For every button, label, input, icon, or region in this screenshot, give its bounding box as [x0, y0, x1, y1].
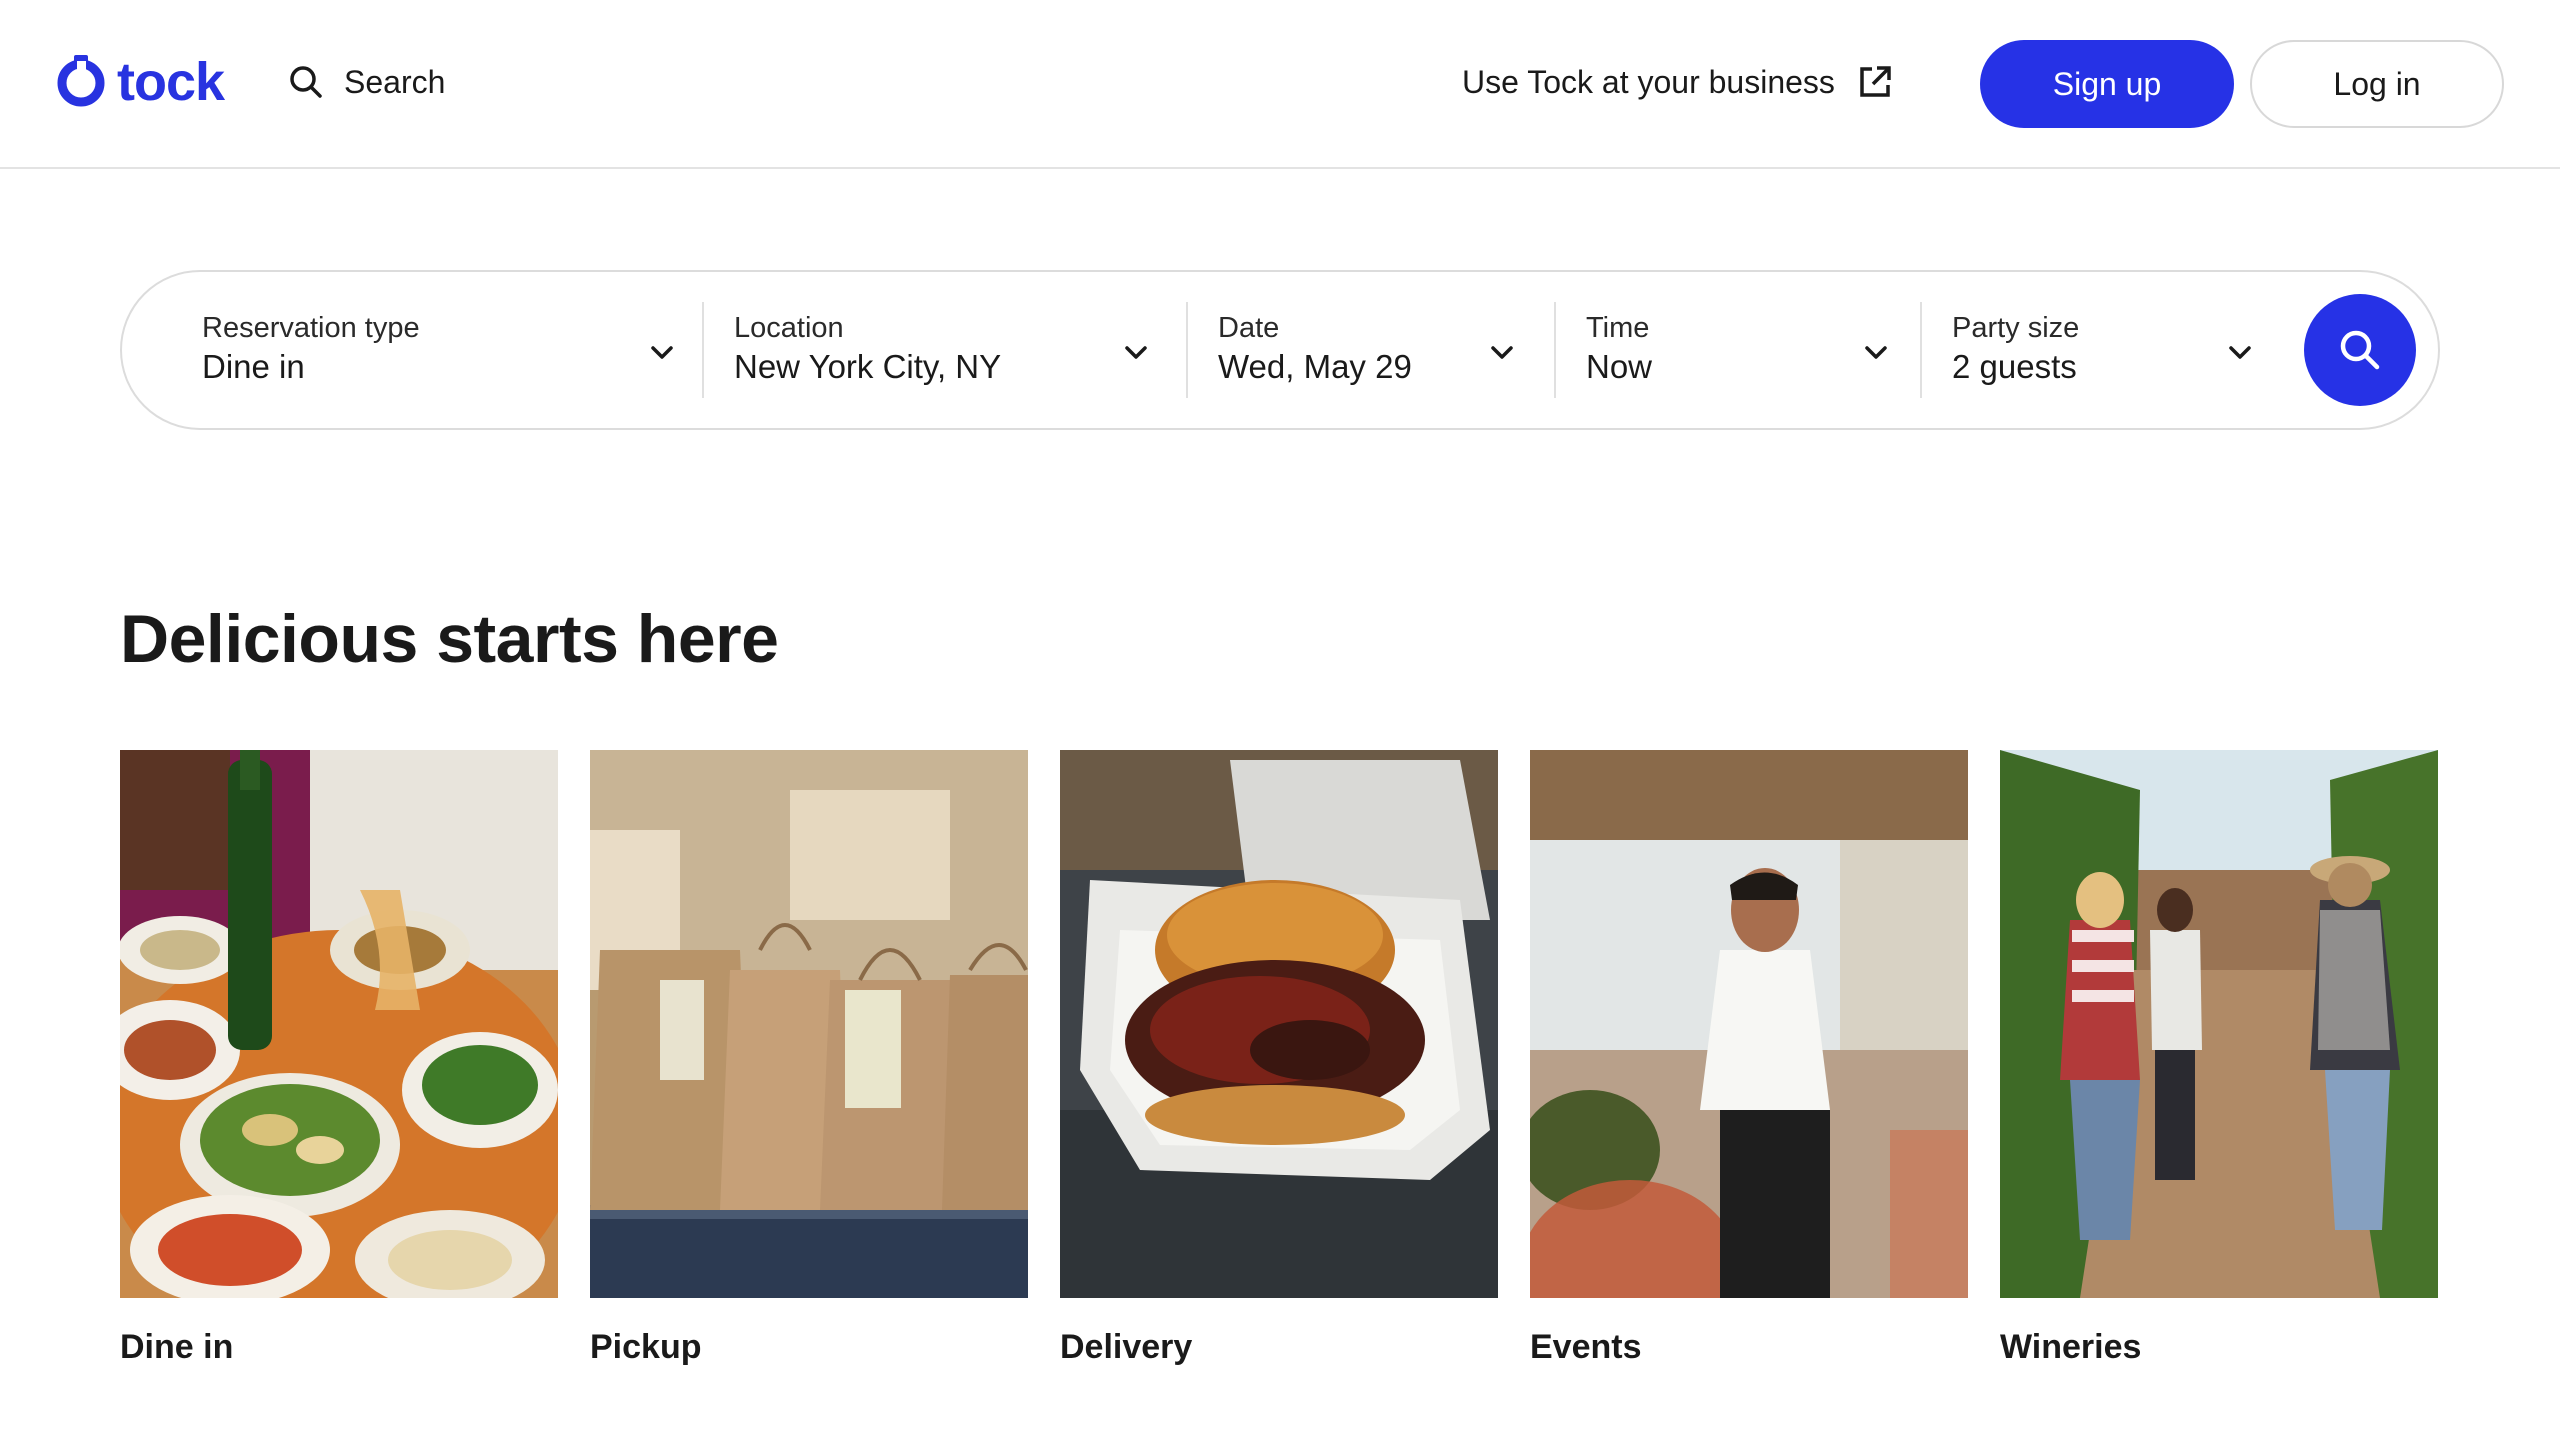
category-card-wineries[interactable]: Wineries [2000, 750, 2438, 1367]
time-label: Time [1586, 312, 1650, 344]
header-search-link[interactable]: Search [288, 58, 445, 106]
chevron-down-icon [1125, 346, 1147, 359]
search-icon [2340, 330, 2380, 370]
business-link-label: Use Tock at your business [1462, 63, 1835, 100]
log-in-button[interactable]: Log in [2250, 40, 2504, 128]
page-title: Delicious starts here [120, 601, 779, 677]
category-card-dine-in[interactable]: Dine in [120, 750, 558, 1367]
party-size-label: Party size [1952, 312, 2080, 344]
time-dropdown[interactable]: Time Now [1556, 272, 1920, 428]
category-card-pickup[interactable]: Pickup [590, 750, 1028, 1367]
date-label: Date [1218, 312, 1280, 344]
sign-up-button[interactable]: Sign up [1980, 40, 2234, 128]
date-value: Wed, May 29 [1218, 348, 1412, 385]
category-label: Delivery [1060, 1328, 1193, 1366]
reservation-type-dropdown[interactable]: Reservation type Dine in [122, 272, 702, 428]
vineyard-walk-photo [2000, 750, 2438, 1298]
party-size-dropdown[interactable]: Party size 2 guests [1922, 272, 2292, 428]
category-label: Dine in [120, 1328, 234, 1366]
reservation-type-value: Dine in [202, 348, 305, 385]
chevron-down-icon [1865, 346, 1887, 359]
tock-logo[interactable]: tock [55, 52, 225, 112]
chevron-down-icon [1491, 346, 1513, 359]
external-link-icon [1860, 66, 1891, 97]
dining-table-photo [120, 750, 558, 1298]
logo-text: tock [117, 52, 225, 112]
chevron-down-icon [2229, 346, 2251, 359]
category-label: Pickup [590, 1328, 702, 1366]
reservation-search-bar: Reservation type Dine in Location New Yo… [120, 270, 2440, 430]
location-value: New York City, NY [734, 348, 1002, 385]
location-label: Location [734, 312, 844, 344]
category-card-delivery[interactable]: Delivery [1060, 750, 1498, 1367]
takeout-bags-photo [590, 750, 1028, 1298]
search-icon [290, 66, 322, 98]
burger-container-photo [1060, 750, 1498, 1298]
tock-logo-icon [57, 55, 105, 107]
date-dropdown[interactable]: Date Wed, May 29 [1188, 272, 1554, 428]
chevron-down-icon [651, 346, 673, 359]
party-size-value: 2 guests [1952, 348, 2077, 385]
reservation-type-label: Reservation type [202, 312, 420, 344]
chef-event-photo [1530, 750, 1968, 1298]
business-link[interactable]: Use Tock at your business [1462, 58, 1893, 106]
location-dropdown[interactable]: Location New York City, NY [704, 272, 1184, 428]
search-submit-button[interactable] [2304, 294, 2416, 406]
category-card-events[interactable]: Events [1530, 750, 1968, 1367]
search-link-label: Search [344, 63, 446, 100]
category-label: Events [1530, 1328, 1642, 1366]
category-label: Wineries [2000, 1328, 2142, 1366]
top-navigation: tock Search Use Tock at your business Si… [0, 0, 2560, 169]
time-value: Now [1586, 348, 1653, 385]
